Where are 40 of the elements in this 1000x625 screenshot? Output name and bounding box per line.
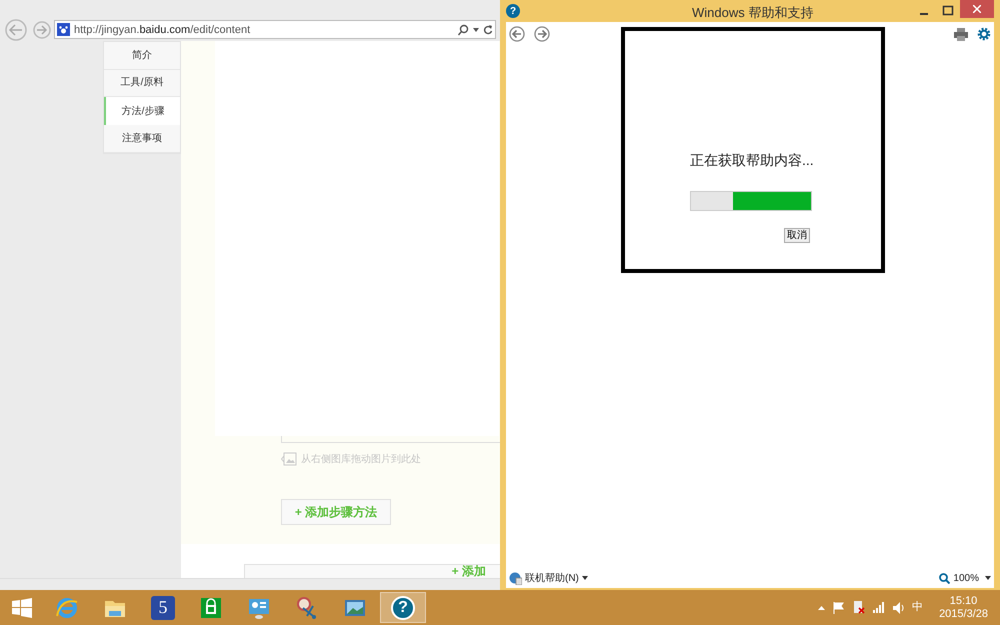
help-icon: ? <box>506 4 520 18</box>
globe-icon <box>509 572 522 584</box>
taskbar-button[interactable]: 5 <box>140 592 186 623</box>
print-icon[interactable] <box>954 28 968 40</box>
back-icon[interactable] <box>509 26 525 42</box>
paw-icon <box>57 23 70 36</box>
nav-item[interactable]: 简介 <box>104 42 180 70</box>
ie-icon <box>55 596 79 620</box>
flag-icon[interactable] <box>833 602 846 614</box>
app-icon: 5 <box>151 596 175 620</box>
window-title: Windows 帮助和支持 <box>692 4 814 22</box>
forward-icon[interactable] <box>534 26 550 42</box>
image-hint: 从右侧图库拖动图片到此处 <box>301 452 421 467</box>
signal-icon[interactable] <box>873 602 886 613</box>
start-icon[interactable] <box>12 598 32 618</box>
address-bar[interactable]: http://jingyan.baidu.com/edit/content <box>54 20 496 40</box>
taskbar-button[interactable]: ? <box>380 592 426 623</box>
zoom-icon[interactable] <box>939 572 950 584</box>
caret-up-icon[interactable] <box>818 606 826 610</box>
caret-icon[interactable] <box>985 576 991 580</box>
speaker-icon[interactable] <box>893 602 904 614</box>
shopping-bag-icon <box>199 596 223 620</box>
nav-item[interactable]: 注意事项 <box>104 125 180 153</box>
close-button[interactable] <box>960 0 994 18</box>
caret-icon[interactable] <box>473 28 479 32</box>
settings-icon[interactable] <box>977 27 991 41</box>
search-icon[interactable] <box>457 24 469 36</box>
help-icon: ? <box>391 596 415 620</box>
nav-item[interactable]: 方法/步骤 <box>104 97 180 125</box>
url-text: http://jingyan.baidu.com/edit/content <box>74 22 252 38</box>
close-icon <box>973 5 981 13</box>
online-help-menu[interactable]: 联机帮助(N) <box>525 570 579 586</box>
clock-date: 2015/3/28 <box>939 608 988 620</box>
clock-time: 15:10 <box>950 594 978 608</box>
caret-icon[interactable] <box>582 576 588 580</box>
image-icon <box>281 452 297 466</box>
refresh-icon[interactable] <box>483 24 493 36</box>
status-text: 正在获取帮助内容... <box>690 151 814 170</box>
zoom-level[interactable]: 100% <box>953 570 979 586</box>
cancel-button[interactable]: 取消 <box>784 228 810 243</box>
